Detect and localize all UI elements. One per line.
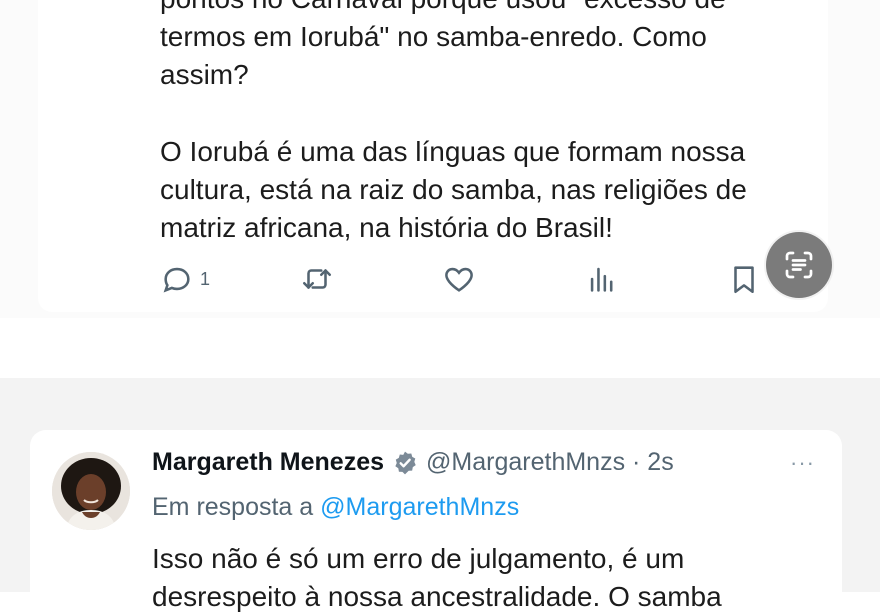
reply-count: 1: [200, 268, 211, 289]
reply-button[interactable]: 1: [160, 262, 210, 296]
avatar[interactable]: [52, 452, 130, 530]
scan-text-button[interactable]: [766, 232, 832, 298]
author-handle-time[interactable]: @MargarethMnzs · 2s: [426, 448, 674, 477]
scan-text-icon: [785, 251, 813, 279]
gap-background: [0, 318, 880, 378]
tweet-paragraph-1: pontos no Carnaval porque usou "excesso …: [160, 0, 726, 90]
reply-tweet-text: Isso não é só um erro de julgamento, é u…: [152, 543, 722, 612]
bookmark-icon: [734, 266, 754, 294]
tweet-paragraph-2: O Iorubá é uma das línguas que formam no…: [160, 136, 747, 243]
views-button[interactable]: [585, 262, 619, 296]
more-options-button[interactable]: ···: [790, 450, 815, 476]
heart-icon: [445, 267, 473, 292]
verified-badge-icon: [395, 451, 416, 474]
reply-mention-link[interactable]: @MargarethMnzs: [320, 493, 519, 521]
like-button[interactable]: [442, 262, 476, 296]
retweet-icon: [302, 269, 332, 289]
reply-icon: [163, 267, 190, 293]
bookmark-button[interactable]: [727, 262, 761, 296]
author-row: Margareth Menezes @MargarethMnzs · 2s: [152, 448, 674, 477]
tweet-actions-bar: 1: [0, 258, 880, 302]
author-name[interactable]: Margareth Menezes: [152, 448, 384, 477]
retweet-button[interactable]: [300, 262, 334, 296]
avatar-image: [52, 452, 130, 530]
views-icon: [590, 267, 613, 292]
reply-prefix: Em resposta a: [152, 493, 314, 521]
reply-context: Em resposta a @MargarethMnzs: [152, 493, 519, 522]
